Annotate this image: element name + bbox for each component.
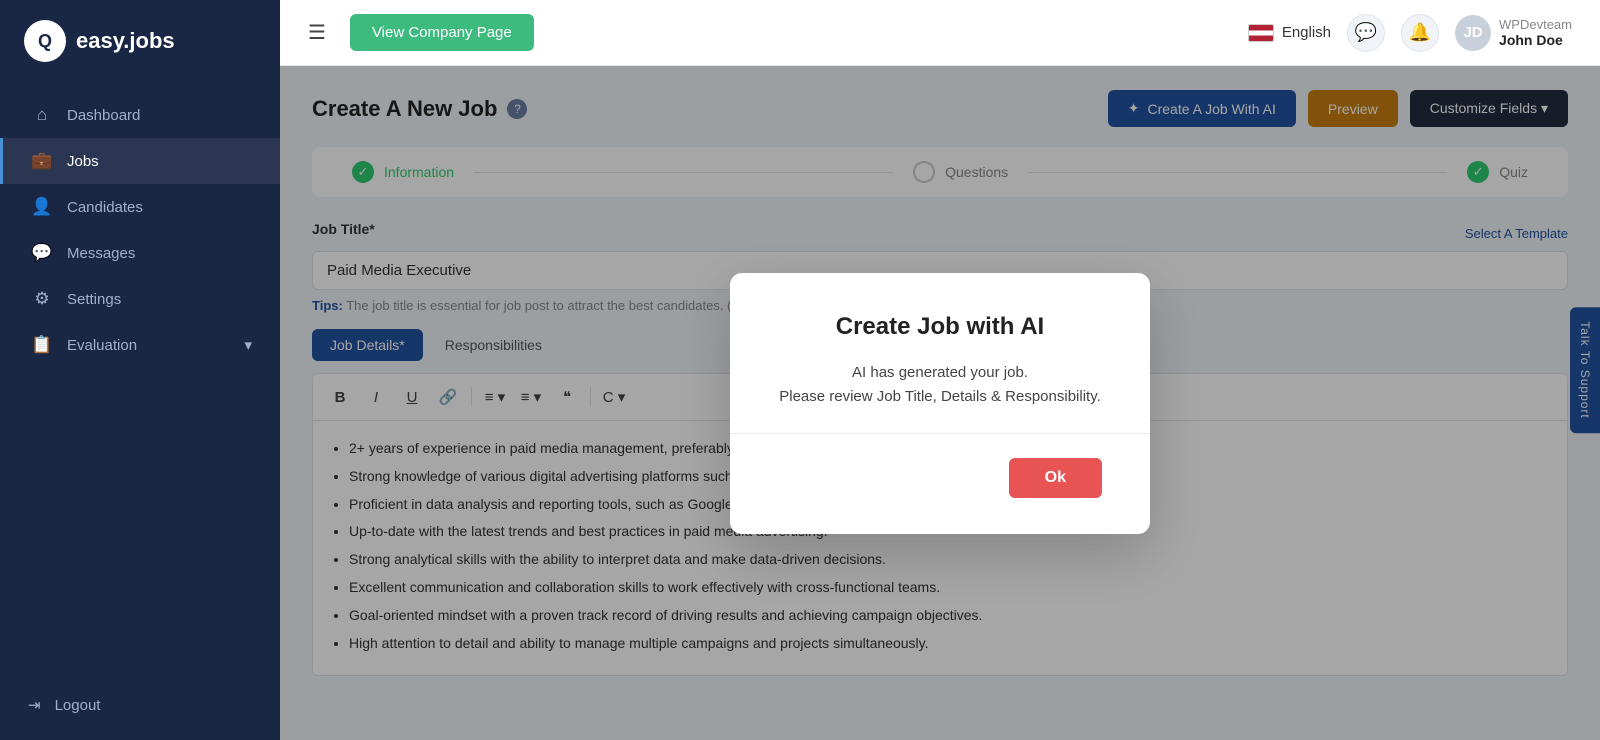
sidebar-item-label: Candidates xyxy=(67,199,143,216)
language-selector[interactable]: English xyxy=(1248,24,1331,42)
flag-icon xyxy=(1248,24,1274,42)
sidebar-nav: ⌂ Dashboard 💼 Jobs 👤 Candidates 💬 Messag… xyxy=(0,82,280,670)
sidebar-item-label: Evaluation xyxy=(67,337,137,354)
home-icon: ⌂ xyxy=(31,105,53,125)
topbar: ☰ View Company Page English 💬 🔔 JD WPDev… xyxy=(280,0,1600,66)
bell-icon: 🔔 xyxy=(1409,22,1431,43)
chevron-down-icon: ▾ xyxy=(244,336,252,354)
sidebar-item-label: Messages xyxy=(67,245,135,262)
candidates-icon: 👤 xyxy=(31,197,53,217)
view-company-button[interactable]: View Company Page xyxy=(350,14,534,51)
modal-ok-button[interactable]: Ok xyxy=(1009,458,1102,498)
sidebar: Q easy.jobs ⌂ Dashboard 💼 Jobs 👤 Candida… xyxy=(0,0,280,740)
sidebar-item-label: Dashboard xyxy=(67,107,140,124)
logout-button[interactable]: ⇥ Logout xyxy=(28,686,252,724)
language-label: English xyxy=(1282,24,1331,41)
sidebar-item-candidates[interactable]: 👤 Candidates xyxy=(0,184,280,230)
jobs-icon: 💼 xyxy=(31,151,53,171)
modal-actions: Ok xyxy=(778,458,1102,498)
main-area: ☰ View Company Page English 💬 🔔 JD WPDev… xyxy=(280,0,1600,740)
sidebar-item-jobs[interactable]: 💼 Jobs xyxy=(0,138,280,184)
evaluation-icon: 📋 xyxy=(31,335,53,355)
modal-dialog: Create Job with AI AI has generated your… xyxy=(730,273,1150,534)
modal-line1: AI has generated your job. xyxy=(778,361,1102,385)
modal-divider xyxy=(730,433,1150,434)
sidebar-item-label: Jobs xyxy=(67,153,99,170)
sidebar-item-dashboard[interactable]: ⌂ Dashboard xyxy=(0,92,280,138)
sidebar-footer: ⇥ Logout xyxy=(0,670,280,740)
user-area[interactable]: JD WPDevteam John Doe xyxy=(1455,15,1572,51)
chat-icon: 💬 xyxy=(1355,22,1377,43)
logo-text: easy.jobs xyxy=(76,28,175,54)
notifications-button[interactable]: 🔔 xyxy=(1401,14,1439,52)
settings-icon: ⚙ xyxy=(31,289,53,309)
logout-icon: ⇥ xyxy=(28,696,41,714)
chat-icon-button[interactable]: 💬 xyxy=(1347,14,1385,52)
modal-line2: Please review Job Title, Details & Respo… xyxy=(778,385,1102,409)
sidebar-logo: Q easy.jobs xyxy=(0,0,280,82)
logout-label: Logout xyxy=(55,697,101,714)
menu-icon[interactable]: ☰ xyxy=(308,20,326,45)
sidebar-item-label: Settings xyxy=(67,291,121,308)
sidebar-item-evaluation[interactable]: 📋 Evaluation ▾ xyxy=(0,322,280,368)
user-company: WPDevteam xyxy=(1499,17,1572,32)
content-area: Create A New Job ? ✦ Create A Job With A… xyxy=(280,66,1600,740)
user-name: John Doe xyxy=(1499,32,1572,48)
modal-overlay: Create Job with AI AI has generated your… xyxy=(280,66,1600,740)
logo-icon: Q xyxy=(24,20,66,62)
modal-body: AI has generated your job. Please review… xyxy=(778,361,1102,409)
sidebar-item-settings[interactable]: ⚙ Settings xyxy=(0,276,280,322)
messages-icon: 💬 xyxy=(31,243,53,263)
modal-title: Create Job with AI xyxy=(778,313,1102,341)
sidebar-item-messages[interactable]: 💬 Messages xyxy=(0,230,280,276)
avatar: JD xyxy=(1455,15,1491,51)
